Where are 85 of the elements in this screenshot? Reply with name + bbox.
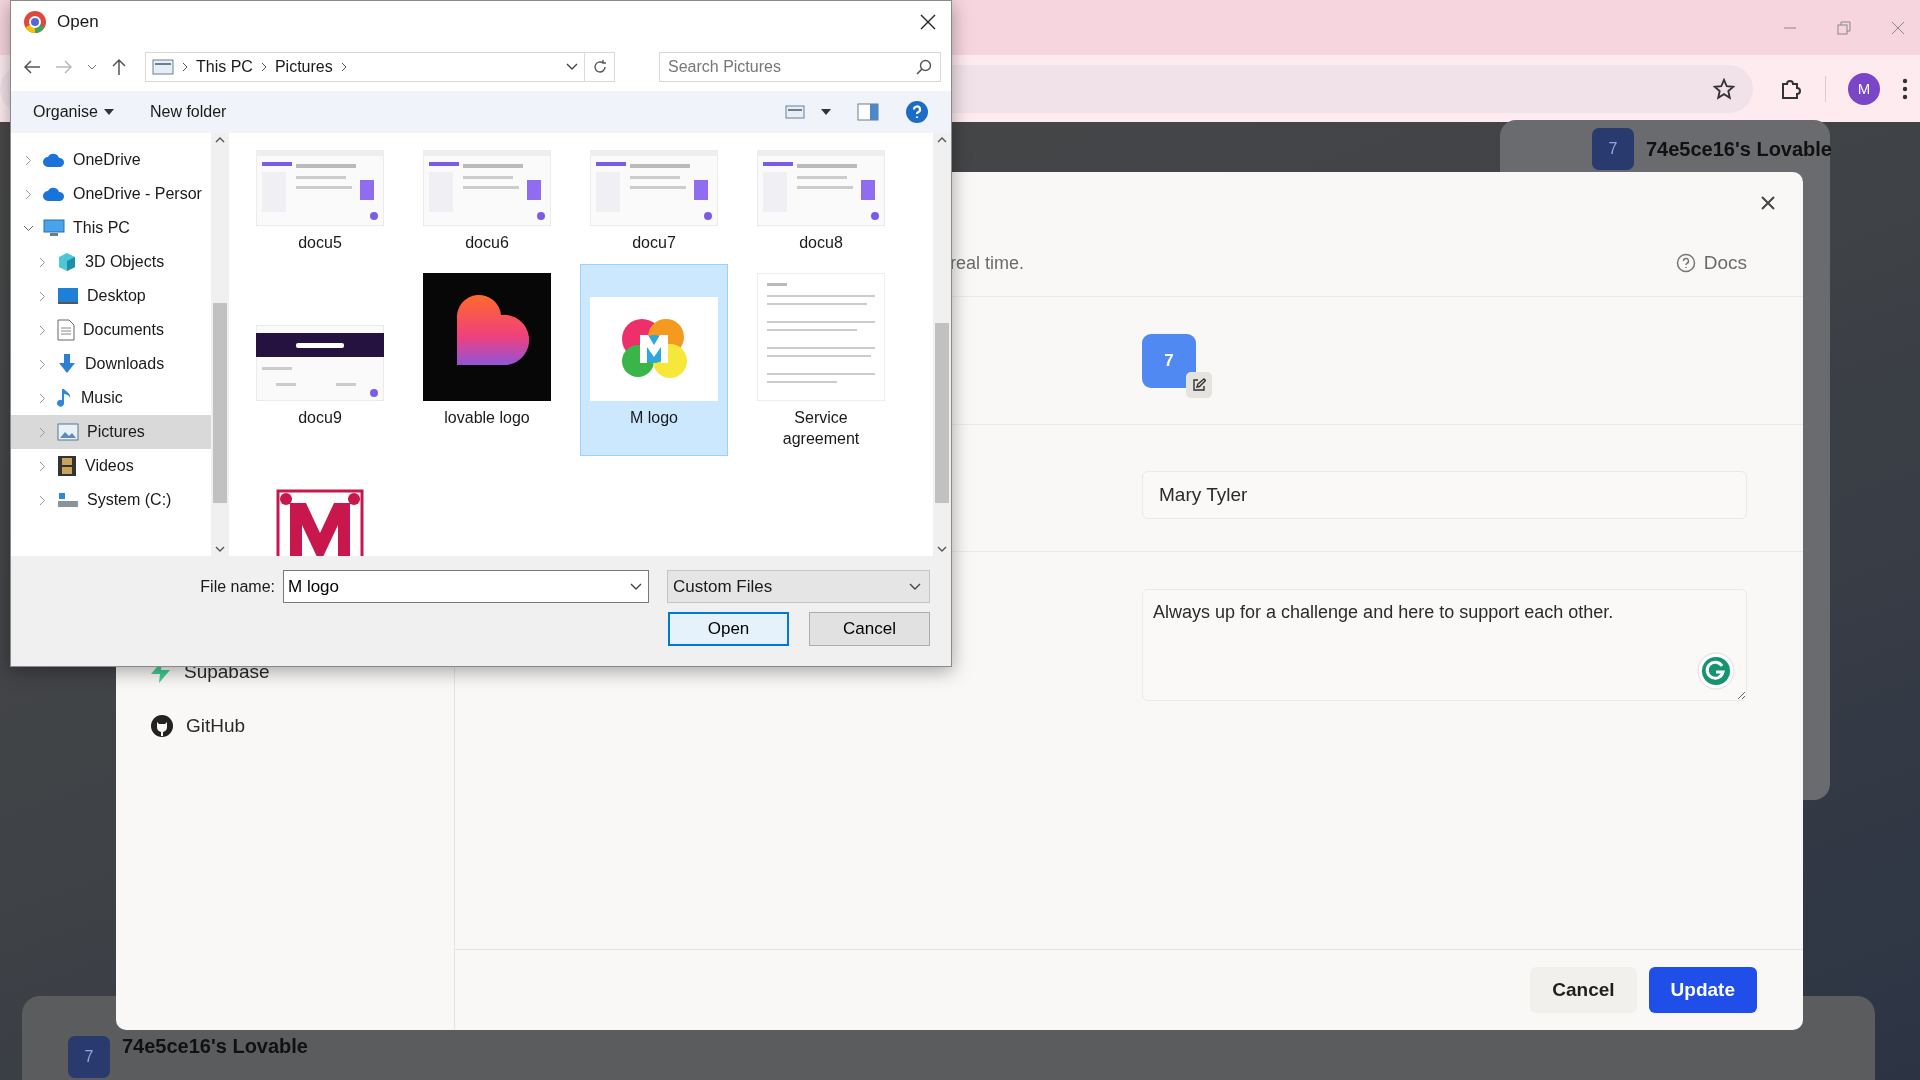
file-item[interactable]: docu7: [580, 133, 728, 260]
chevron-right-icon[interactable]: [182, 62, 188, 72]
nav-item[interactable]: Downloads: [11, 347, 211, 381]
workspace-title: 74e5ce16's Lovable: [1646, 137, 1832, 161]
chevron-right-icon[interactable]: [260, 62, 267, 72]
nav-item[interactable]: Videos: [11, 449, 211, 483]
file-name-label: File name:: [200, 577, 275, 596]
chevron-down-icon[interactable]: [937, 546, 947, 552]
app-icon: [23, 10, 47, 34]
address-field[interactable]: This PC Pictures: [145, 52, 585, 82]
cat-logo-icon: [150, 714, 174, 738]
nav-item[interactable]: System (C:): [11, 483, 211, 517]
chevron-right-icon[interactable]: [340, 62, 347, 72]
caret-icon[interactable]: [103, 109, 114, 115]
chevron-down-icon[interactable]: [566, 63, 578, 71]
folder-view-icon: [152, 59, 174, 75]
refresh-icon[interactable]: [591, 59, 608, 75]
edit-button[interactable]: [1186, 371, 1212, 398]
file-item[interactable]: Service agreement: [747, 264, 895, 456]
help-circle-icon[interactable]: [1675, 253, 1696, 273]
open-button[interactable]: Open: [668, 612, 789, 646]
drive-icon: [57, 491, 79, 509]
document-icon: [57, 319, 75, 341]
more-icon[interactable]: [1902, 77, 1908, 100]
desktop-icon: [57, 287, 79, 305]
file-item[interactable]: M logo: [580, 264, 728, 456]
nav-item[interactable]: Desktop: [11, 279, 211, 313]
nav-item[interactable]: This PC: [11, 211, 211, 245]
workspace-badge: 7: [68, 1036, 110, 1078]
sidebar-item[interactable]: GitHub: [150, 710, 454, 742]
file-item[interactable]: lovable logo: [413, 264, 561, 456]
profile-avatar[interactable]: M: [1848, 72, 1880, 105]
scrollbar[interactable]: [211, 133, 229, 556]
nav-item[interactable]: OneDrive: [11, 143, 211, 177]
cube-icon: [57, 252, 77, 272]
close-icon[interactable]: [1759, 194, 1777, 212]
search-input[interactable]: Search Pictures: [668, 54, 916, 80]
file-item[interactable]: docu6: [413, 133, 561, 260]
film-icon: [57, 455, 77, 477]
chevron-down-icon[interactable]: [630, 582, 642, 591]
new-folder-button[interactable]: New folder: [147, 101, 229, 123]
docs-link[interactable]: Docs: [1675, 252, 1747, 274]
chevron-down-icon[interactable]: [215, 546, 225, 552]
download-icon: [57, 353, 77, 375]
nav-item[interactable]: Documents: [11, 313, 211, 347]
nav-item[interactable]: Music: [11, 381, 211, 415]
star-icon[interactable]: [1713, 77, 1735, 100]
breadcrumb[interactable]: Pictures: [274, 58, 333, 76]
breadcrumb[interactable]: This PC: [196, 58, 253, 76]
cloud-icon: [43, 153, 65, 167]
chevron-down-icon[interactable]: [909, 582, 921, 591]
bio-field[interactable]: Always up for a challenge and here to support each other.: [1142, 589, 1747, 701]
caret-icon[interactable]: [821, 109, 831, 115]
file-type-dropdown[interactable]: Custom Files: [667, 570, 930, 603]
search-field[interactable]: Search Pictures: [659, 52, 941, 82]
computer-icon: [43, 219, 65, 237]
pictures-icon: [57, 423, 79, 441]
file-name-field[interactable]: M logo: [283, 570, 649, 603]
cancel-button[interactable]: Cancel: [1530, 967, 1637, 1013]
file-item[interactable]: docu9: [246, 264, 394, 456]
nav-item[interactable]: Pictures: [11, 415, 211, 449]
name-field[interactable]: Mary Tyler: [1142, 471, 1747, 519]
nav-item[interactable]: 3D Objects: [11, 245, 211, 279]
close-icon[interactable]: [919, 13, 937, 31]
file-item[interactable]: docu8: [747, 133, 895, 260]
organise-button[interactable]: Organise: [31, 101, 116, 123]
dialog-title: Open: [57, 12, 99, 32]
refresh-button[interactable]: [585, 52, 615, 82]
edit-icon[interactable]: [1192, 377, 1206, 392]
workspace-title: 74e5ce16's Lovable: [122, 1034, 308, 1058]
chevron-up-icon[interactable]: [937, 137, 947, 143]
scrollbar[interactable]: [933, 133, 951, 556]
search-icon[interactable]: [916, 59, 932, 75]
workspace-badge: 7: [1592, 128, 1634, 170]
update-button[interactable]: Update: [1648, 967, 1757, 1013]
chevron-down-icon[interactable]: [22, 224, 34, 232]
cloud-icon: [43, 187, 65, 201]
nav-item[interactable]: OneDrive - Persor: [11, 177, 211, 211]
view-icon[interactable]: [785, 105, 805, 119]
cancel-button[interactable]: Cancel: [809, 612, 930, 646]
music-note-icon: [57, 387, 73, 409]
file-item[interactable]: docu5: [246, 133, 394, 260]
chevron-up-icon[interactable]: [215, 137, 225, 143]
view-button[interactable]: [783, 103, 833, 121]
g-circle-icon[interactable]: [1697, 652, 1735, 690]
